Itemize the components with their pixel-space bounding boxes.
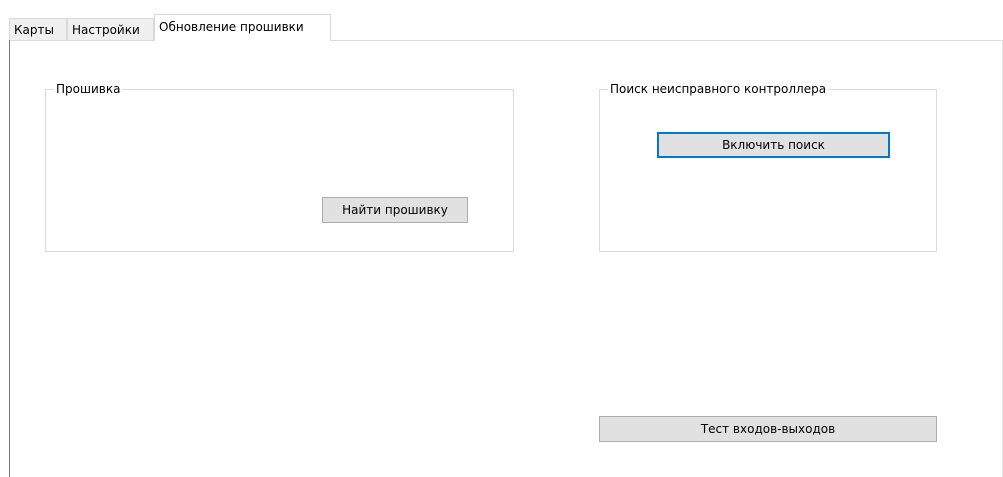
io-test-button[interactable]: Тест входов-выходов [599,416,937,442]
tab-maps[interactable]: Карты [9,18,67,40]
firmware-groupbox-title: Прошивка [54,81,123,97]
pane-left-edge [9,40,10,477]
enable-search-button[interactable]: Включить поиск [657,132,890,158]
tab-settings[interactable]: Настройки [67,18,154,40]
find-firmware-button[interactable]: Найти прошивку [322,197,468,223]
tab-strip: Карты Настройки Обновление прошивки [0,0,1003,41]
tab-firmware-update[interactable]: Обновление прошивки [154,14,331,41]
faulty-controller-search-groupbox: Поиск неисправного контроллера [599,81,937,252]
search-groupbox-title: Поиск неисправного контроллера [608,81,829,97]
firmware-groupbox: Прошивка [45,81,514,252]
window-root: Карты Настройки Обновление прошивки Прош… [0,0,1003,477]
